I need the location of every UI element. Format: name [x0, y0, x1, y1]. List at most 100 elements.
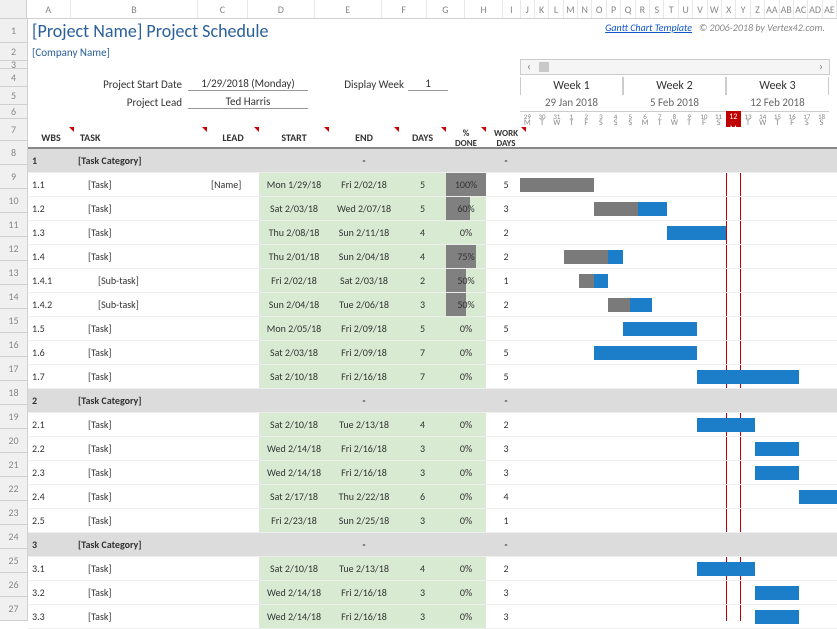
cell[interactable] — [207, 533, 259, 556]
row-header-5[interactable]: 5 — [0, 87, 28, 105]
cell[interactable]: 0% — [446, 461, 486, 484]
row-header-6[interactable]: 6 — [0, 105, 28, 119]
col-header-B[interactable]: B — [71, 0, 198, 18]
col-header-AB[interactable]: AB — [780, 0, 794, 18]
row-header-9[interactable]: 9 — [0, 165, 28, 189]
cell[interactable]: 5 — [399, 197, 446, 220]
cell[interactable] — [207, 413, 259, 436]
cell[interactable] — [446, 389, 486, 412]
table-header-wbs[interactable]: WBS — [28, 127, 74, 147]
cell[interactable]: Sat 2/10/18 — [259, 413, 329, 436]
cell[interactable]: [Task] — [74, 557, 207, 580]
cell[interactable]: 5 — [399, 317, 446, 340]
cell[interactable]: [Task] — [74, 461, 207, 484]
col-header-J[interactable]: J — [521, 0, 535, 18]
cell[interactable]: Sun 2/04/18 — [329, 245, 399, 268]
task-row[interactable]: 2.1[Task]Sat 2/10/18Tue 2/13/1840%2 — [28, 413, 837, 437]
task-row[interactable]: 1.4.1[Sub-task]Fri 2/02/18Sat 2/03/18250… — [28, 269, 837, 293]
cell[interactable]: 2 — [28, 389, 74, 412]
cell[interactable]: 0% — [446, 581, 486, 604]
cell[interactable]: 2.4 — [28, 485, 74, 508]
row-header-14[interactable]: 14 — [0, 285, 28, 309]
cell[interactable] — [207, 317, 259, 340]
col-header-G[interactable]: G — [427, 0, 465, 18]
cell[interactable] — [207, 581, 259, 604]
cell[interactable]: 0% — [446, 317, 486, 340]
cell[interactable]: - — [329, 389, 399, 412]
table-header-start[interactable]: START — [259, 127, 329, 147]
cell[interactable]: Fri 2/16/18 — [329, 365, 399, 388]
cell[interactable]: [Task] — [74, 509, 207, 532]
task-row[interactable]: 3.3[Task]Wed 2/14/18Fri 2/16/1830%3 — [28, 605, 837, 629]
cell[interactable]: 3 — [28, 533, 74, 556]
scroll-thumb[interactable] — [539, 62, 549, 72]
cell[interactable]: [Task Category] — [74, 149, 207, 172]
row-header-26[interactable]: 26 — [0, 573, 28, 597]
row-header-15[interactable]: 15 — [0, 309, 28, 333]
week-scrollbar[interactable]: ‹ › — [520, 59, 830, 75]
cell[interactable]: Sat 2/10/18 — [259, 365, 329, 388]
col-header-L[interactable]: L — [549, 0, 563, 18]
col-header-X[interactable]: X — [722, 0, 736, 18]
col-header-H[interactable]: H — [465, 0, 503, 18]
row-header-10[interactable]: 10 — [0, 189, 28, 213]
task-row[interactable]: 2.4[Task]Sat 2/17/18Thu 2/22/1860%4 — [28, 485, 837, 509]
cell[interactable]: 7 — [399, 365, 446, 388]
table-header-end[interactable]: END — [329, 127, 399, 147]
cell[interactable] — [207, 341, 259, 364]
col-header-Z[interactable]: Z — [751, 0, 765, 18]
cell[interactable]: Thu 2/22/18 — [329, 485, 399, 508]
cell[interactable]: Wed 2/14/18 — [259, 581, 329, 604]
col-header-A[interactable]: A — [27, 0, 71, 18]
cell[interactable] — [207, 509, 259, 532]
cell[interactable]: 0% — [446, 413, 486, 436]
template-link[interactable]: Gantt Chart Template — [605, 21, 692, 34]
cell[interactable]: 3 — [399, 605, 446, 628]
row-header-23[interactable]: 23 — [0, 501, 28, 525]
col-header-Y[interactable]: Y — [736, 0, 750, 18]
company-name[interactable]: [Company Name] — [28, 46, 110, 59]
cell[interactable]: [Task Category] — [74, 389, 207, 412]
col-header-R[interactable]: R — [636, 0, 650, 18]
col-header-M[interactable]: M — [564, 0, 578, 18]
cell[interactable] — [207, 557, 259, 580]
cell[interactable]: 0% — [446, 557, 486, 580]
cell[interactable]: 1.1 — [28, 173, 74, 196]
cell[interactable]: 1.4.2 — [28, 293, 74, 316]
cell[interactable]: Fri 2/16/18 — [329, 581, 399, 604]
col-header-S[interactable]: S — [650, 0, 664, 18]
cell[interactable]: 4 — [399, 221, 446, 244]
row-header-18[interactable]: 18 — [0, 381, 28, 405]
row-header-7[interactable]: 7 — [0, 119, 28, 141]
category-row[interactable]: 1[Task Category]-- — [28, 149, 837, 173]
cell[interactable]: Sun 2/04/18 — [259, 293, 329, 316]
cell[interactable] — [259, 389, 329, 412]
cell[interactable]: 4 — [399, 245, 446, 268]
cell[interactable] — [207, 461, 259, 484]
task-row[interactable]: 2.2[Task]Wed 2/14/18Fri 2/16/1830%3 — [28, 437, 837, 461]
cell[interactable]: [Task] — [74, 245, 207, 268]
table-header-done[interactable]: %DONE — [446, 127, 486, 147]
cell[interactable]: Mon 2/05/18 — [259, 317, 329, 340]
cell[interactable] — [399, 389, 446, 412]
row-header-11[interactable]: 11 — [0, 213, 28, 237]
cell[interactable]: [Task] — [74, 173, 207, 196]
scroll-right-icon[interactable]: › — [813, 60, 829, 74]
cell[interactable]: Tue 2/13/18 — [329, 413, 399, 436]
display-week-value[interactable]: 1 — [408, 77, 448, 91]
col-header-C[interactable]: C — [198, 0, 248, 18]
cell[interactable]: 50% — [446, 293, 486, 316]
cell[interactable]: 3.2 — [28, 581, 74, 604]
cell[interactable]: - — [486, 149, 526, 172]
col-header-F[interactable]: F — [382, 0, 427, 18]
col-header-K[interactable]: K — [535, 0, 549, 18]
cell[interactable]: Thu 2/01/18 — [259, 245, 329, 268]
task-row[interactable]: 1.5[Task]Mon 2/05/18Fri 2/09/1850%5 — [28, 317, 837, 341]
row-header-20[interactable]: 20 — [0, 429, 28, 453]
cell[interactable]: Wed 2/07/18 — [329, 197, 399, 220]
task-row[interactable]: 1.1[Task][Name]Mon 1/29/18Fri 2/02/18510… — [28, 173, 837, 197]
cell[interactable]: [Task] — [74, 317, 207, 340]
col-header-T[interactable]: T — [664, 0, 678, 18]
cell[interactable] — [259, 533, 329, 556]
cell[interactable]: Tue 2/13/18 — [329, 557, 399, 580]
